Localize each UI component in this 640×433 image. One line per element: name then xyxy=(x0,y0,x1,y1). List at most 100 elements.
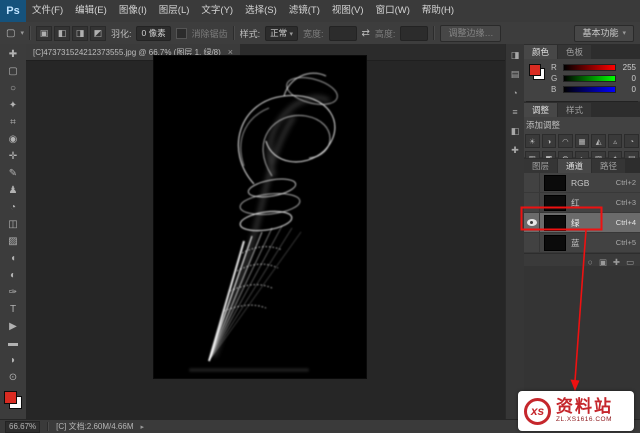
selection-mode-subtract-icon[interactable]: ◨ xyxy=(72,26,88,41)
eraser-tool[interactable]: ◫ xyxy=(2,216,24,233)
tab-styles[interactable]: 样式 xyxy=(558,103,591,117)
menu-help[interactable]: 帮助(H) xyxy=(416,0,460,22)
dodge-tool[interactable]: ◐ xyxy=(2,267,24,284)
selection-mode-intersect-icon[interactable]: ◩ xyxy=(90,26,106,41)
app-logo[interactable]: Ps xyxy=(0,0,26,22)
status-expand-icon[interactable]: ▸ xyxy=(141,423,145,431)
panel-dock-strip: ◨ ▤ ◔ ≡ ◧ ✚ xyxy=(505,44,524,420)
selection-mode-new-icon[interactable]: ▣ xyxy=(36,26,52,41)
width-input[interactable] xyxy=(329,26,357,41)
clone-stamp-tool[interactable]: ♟ xyxy=(2,182,24,199)
hand-tool[interactable]: ◗ xyxy=(2,352,24,369)
hue-saturation-icon[interactable]: ▵ xyxy=(608,134,623,148)
pen-tool[interactable]: ✑ xyxy=(2,284,24,301)
tool-preset-icon[interactable]: ▢ xyxy=(6,28,15,39)
path-selection-tool[interactable]: ▶ xyxy=(2,318,24,335)
foreground-color-swatch[interactable] xyxy=(4,391,17,404)
channel-row-rgb[interactable]: RGB Ctrl+2 xyxy=(524,173,640,193)
watermark-title: 资料站 xyxy=(556,398,613,415)
lasso-tool[interactable]: ○ xyxy=(2,80,24,97)
blur-tool[interactable]: ◖ xyxy=(2,250,24,267)
selection-mode-add-icon[interactable]: ◧ xyxy=(54,26,70,41)
menu-window[interactable]: 窗口(W) xyxy=(370,0,416,22)
actions-panel-icon[interactable]: ✚ xyxy=(508,144,522,156)
tab-channels[interactable]: 通道 xyxy=(558,159,591,173)
collapse-panels-icon[interactable]: ◨ xyxy=(508,49,522,61)
menu-view[interactable]: 视图(V) xyxy=(326,0,370,22)
foreground-color-swatch[interactable] xyxy=(529,64,541,76)
height-label: 高度: xyxy=(375,27,396,40)
vibrance-icon[interactable]: ◭ xyxy=(591,134,606,148)
channel-row-blue[interactable]: 蓝 Ctrl+5 xyxy=(524,233,640,253)
properties-panel-icon[interactable]: ≡ xyxy=(508,106,522,118)
swap-dimensions-icon[interactable]: ⇄ xyxy=(362,28,370,39)
arrange-icon[interactable]: ▤ xyxy=(508,68,522,80)
feather-label: 羽化: xyxy=(111,27,132,40)
tab-color[interactable]: 颜色 xyxy=(524,45,557,59)
green-value[interactable]: 0 xyxy=(620,74,636,83)
canvas-image[interactable] xyxy=(154,56,366,378)
brightness-contrast-icon[interactable]: ☀ xyxy=(525,134,540,148)
style-label: 样式: xyxy=(240,27,261,40)
menu-select[interactable]: 选择(S) xyxy=(239,0,283,22)
zoom-level-field[interactable]: 66.67% xyxy=(5,421,40,433)
gradient-tool[interactable]: ▨ xyxy=(2,233,24,250)
menu-image[interactable]: 图像(I) xyxy=(113,0,153,22)
blue-value[interactable]: 0 xyxy=(620,85,636,94)
history-panel-icon[interactable]: ◔ xyxy=(508,87,522,99)
exposure-icon[interactable]: ▦ xyxy=(575,134,590,148)
eye-icon xyxy=(527,219,537,226)
menu-layer[interactable]: 图层(L) xyxy=(153,0,196,22)
menu-filter[interactable]: 滤镜(T) xyxy=(283,0,326,22)
green-slider-label: G xyxy=(551,74,559,83)
channel-row-red[interactable]: 红 Ctrl+3 xyxy=(524,193,640,213)
healing-brush-tool[interactable]: ✛ xyxy=(2,148,24,165)
magic-wand-tool[interactable]: ✦ xyxy=(2,97,24,114)
tab-swatches[interactable]: 色板 xyxy=(558,45,591,59)
tab-paths[interactable]: 路径 xyxy=(592,159,625,173)
preset-dropdown-arrow[interactable]: ▾ xyxy=(20,29,24,37)
menu-bar: Ps 文件(F) 编辑(E) 图像(I) 图层(L) 文字(Y) 选择(S) 滤… xyxy=(0,0,640,23)
red-value[interactable]: 255 xyxy=(620,63,636,72)
channel-row-green[interactable]: 绿 Ctrl+4 xyxy=(524,213,640,233)
rgb-sliders: R 255 G 0 B 0 xyxy=(551,62,636,95)
zoom-tool[interactable]: ⊙ xyxy=(2,369,24,386)
info-panel-icon[interactable]: ◧ xyxy=(508,125,522,137)
menu-edit[interactable]: 编辑(E) xyxy=(69,0,113,22)
color-swatches[interactable] xyxy=(3,390,23,410)
move-tool[interactable]: ✚ xyxy=(2,46,24,63)
marquee-tool[interactable]: ▢ xyxy=(2,63,24,80)
green-slider[interactable] xyxy=(563,75,616,82)
type-tool[interactable]: T xyxy=(2,301,24,318)
site-watermark: xs 资料站 ZL.XS1616.COM xyxy=(518,391,634,431)
visibility-toggle[interactable] xyxy=(524,193,540,212)
shape-tool[interactable]: ▬ xyxy=(2,335,24,352)
color-balance-icon[interactable]: ◔ xyxy=(624,134,639,148)
tab-adjustments[interactable]: 调整 xyxy=(524,103,557,117)
antialias-label: 消除锯齿 xyxy=(192,27,228,40)
height-input[interactable] xyxy=(400,26,428,41)
eyedropper-tool[interactable]: ◉ xyxy=(2,131,24,148)
history-brush-tool[interactable]: ◔ xyxy=(2,199,24,216)
workspace-switcher[interactable]: 基本功能▾ xyxy=(574,25,634,42)
menu-file[interactable]: 文件(F) xyxy=(26,0,69,22)
channel-shortcut: Ctrl+5 xyxy=(616,238,636,247)
channel-shortcut: Ctrl+2 xyxy=(616,178,636,187)
red-slider[interactable] xyxy=(563,64,616,71)
panel-color-swatches[interactable] xyxy=(528,63,546,81)
document-area: [C]473731524212373555.jpg @ 66.7% (图层 1,… xyxy=(26,44,506,420)
visibility-toggle[interactable] xyxy=(524,213,540,232)
visibility-toggle[interactable] xyxy=(524,173,540,192)
blue-slider[interactable] xyxy=(563,86,616,93)
tab-layers[interactable]: 图层 xyxy=(524,159,557,173)
style-select[interactable]: 正常 ▾ xyxy=(265,26,298,41)
brush-tool[interactable]: ✎ xyxy=(2,165,24,182)
feather-input[interactable]: 0 像素 xyxy=(136,26,170,41)
visibility-toggle[interactable] xyxy=(524,233,540,252)
curves-icon[interactable]: ◠ xyxy=(558,134,573,148)
refine-edge-button[interactable]: 调整边缘… xyxy=(440,25,501,42)
menu-type[interactable]: 文字(Y) xyxy=(195,0,239,22)
crop-tool[interactable]: ⌗ xyxy=(2,114,24,131)
levels-icon[interactable]: ◑ xyxy=(542,134,557,148)
antialias-checkbox[interactable] xyxy=(176,28,187,39)
